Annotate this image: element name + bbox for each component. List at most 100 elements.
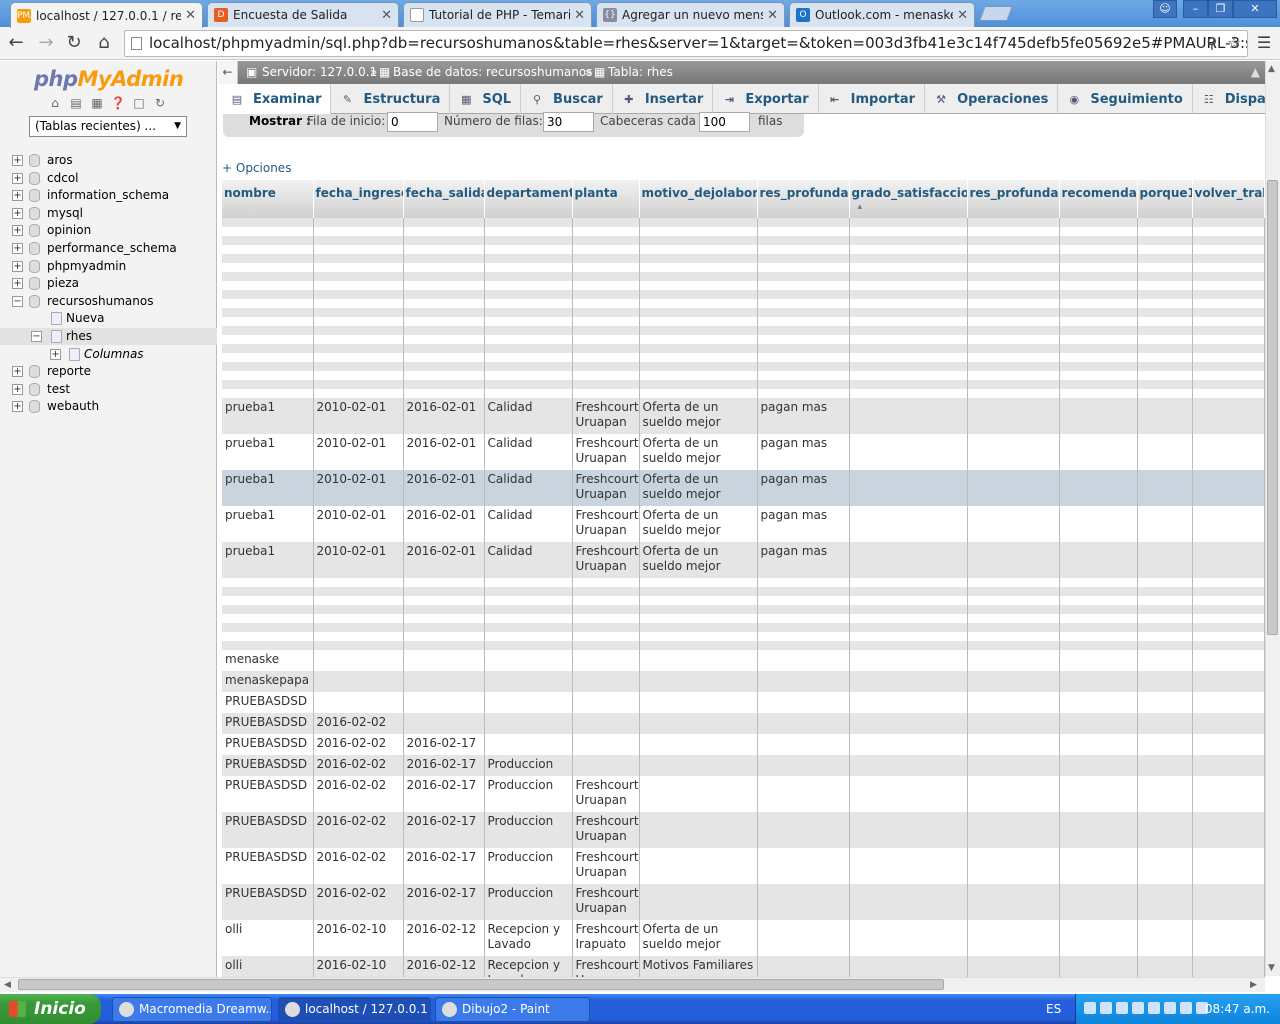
vertical-scroll-thumb[interactable] <box>1267 180 1278 635</box>
tree-table-rhes[interactable]: − rhes <box>0 328 217 345</box>
tree-db-cdcol[interactable]: + cdcol <box>0 170 217 187</box>
table-row[interactable]: menaskepapa <box>222 671 1265 692</box>
close-window-icon[interactable]: ✕ <box>1233 0 1277 18</box>
phpmyadmin-logo[interactable]: phpMyAdmin <box>34 67 184 91</box>
headers-every-input[interactable]: 100 <box>699 112 750 132</box>
expand-icon[interactable]: + <box>12 155 23 166</box>
tab-operaciones[interactable]: ⚒ Operaciones <box>925 84 1059 114</box>
column-header-departamento[interactable]: departamento <box>484 180 573 218</box>
taskbar-item[interactable]: Macromedia Dreamw... <box>112 997 272 1022</box>
scroll-down-icon[interactable]: ▼ <box>1268 963 1275 973</box>
volume-icon[interactable] <box>1164 1002 1176 1014</box>
new-tab-button[interactable] <box>979 6 1013 21</box>
table-row[interactable] <box>222 353 1265 362</box>
home-icon[interactable]: ⌂ <box>47 95 63 111</box>
xampp-icon[interactable] <box>1100 1002 1112 1014</box>
close-tab-icon[interactable]: ✕ <box>767 8 778 23</box>
tree-db-test[interactable]: + test <box>0 381 217 398</box>
scroll-right-icon[interactable]: ▶ <box>1250 980 1257 990</box>
logout-icon[interactable]: ▤ <box>68 95 84 111</box>
tab-estructura[interactable]: ✎ Estructura <box>331 84 451 114</box>
table-row[interactable] <box>222 299 1265 308</box>
table-row[interactable] <box>222 263 1265 272</box>
table-row[interactable] <box>222 308 1265 317</box>
column-header-fecha_ingreso[interactable]: fecha_ingreso <box>313 180 404 218</box>
query-window-icon[interactable]: ▦ <box>89 95 105 111</box>
column-header-nombre[interactable]: nombre <box>222 180 314 218</box>
home-icon[interactable]: ⌂ <box>92 32 116 54</box>
table-row[interactable] <box>222 290 1265 299</box>
security-icon[interactable] <box>1116 1002 1128 1014</box>
menu-icon[interactable]: ☰ <box>1252 32 1276 54</box>
tree-db-recursoshumanos[interactable]: − recursoshumanos <box>0 293 217 310</box>
tree-db-webauth[interactable]: + webauth <box>0 398 217 415</box>
tree-db-opinion[interactable]: + opinion <box>0 222 217 239</box>
breadcrumb-database[interactable]: Base de datos: recursoshumanos <box>393 61 592 84</box>
table-row[interactable] <box>222 272 1265 281</box>
table-row[interactable]: PRUEBASDSD <box>222 692 1265 713</box>
table-row[interactable] <box>222 632 1265 641</box>
column-header-planta[interactable]: planta <box>572 180 640 218</box>
horizontal-scroll-thumb[interactable] <box>18 979 944 990</box>
table-row[interactable]: PRUEBASDSD 2016-02-02 2016-02-17 Produccion… <box>222 812 1265 848</box>
table-row[interactable] <box>222 326 1265 335</box>
tab-seguimiento[interactable]: ◉ Seguimiento <box>1058 84 1193 114</box>
table-row[interactable]: prueba1 2010-02-01 2016-02-01 Calidad Freshc… <box>222 434 1265 470</box>
column-header-recomendar[interactable]: recomendar <box>1059 180 1138 218</box>
maximize-icon[interactable]: ❐ <box>1208 0 1233 18</box>
row-count-input[interactable]: 30 <box>543 112 594 132</box>
scroll-left-icon[interactable]: ◀ <box>4 980 11 990</box>
breadcrumb-table[interactable]: Tabla: rhes <box>608 61 673 84</box>
tree-columns[interactable]: + Columnas <box>0 346 217 363</box>
column-header-motivo_dejolaborar[interactable]: motivo_dejolaborar <box>639 180 758 218</box>
column-header-fecha_salida[interactable]: fecha_salida <box>403 180 485 218</box>
tree-db-performance_schema[interactable]: + performance_schema <box>0 240 217 257</box>
tab-buscar[interactable]: ⚲ Buscar <box>521 84 613 114</box>
table-row[interactable] <box>222 587 1265 596</box>
forward-icon[interactable]: → <box>34 32 58 54</box>
table-row[interactable] <box>222 641 1265 650</box>
table-row[interactable] <box>222 380 1265 389</box>
table-row[interactable] <box>222 236 1265 245</box>
table-row[interactable] <box>222 227 1265 236</box>
expand-icon[interactable]: + <box>12 278 23 290</box>
table-row[interactable] <box>222 344 1265 353</box>
close-tab-icon[interactable]: ✕ <box>381 8 392 23</box>
scroll-top-icon[interactable]: ▲ <box>1251 61 1260 84</box>
taskbar-item[interactable]: Dibujo2 - Paint <box>435 997 590 1022</box>
user-icon[interactable]: ☺ <box>1153 0 1177 18</box>
expand-icon[interactable]: + <box>12 383 23 395</box>
table-row[interactable] <box>222 371 1265 380</box>
doc-page-icon[interactable]: □ <box>131 95 147 111</box>
table-row[interactable]: olli2016-02-102016-02-12Recepcion y Lava… <box>222 920 1265 956</box>
browser-tab[interactable]: {} Agregar un nuevo mensaje a ✕ <box>596 2 785 27</box>
tree-db-aros[interactable]: + aros <box>0 152 217 169</box>
browser-tab[interactable]: O Outlook.com - menaske_devil ✕ <box>789 2 975 27</box>
back-icon[interactable]: ← <box>4 32 28 54</box>
browser-tab[interactable]: Tutorial de PHP - Temario ✕ <box>403 2 592 27</box>
reload-icon[interactable]: ↻ <box>62 32 86 54</box>
table-row[interactable]: prueba1 2010-02-01 2016-02-01 Calidad Freshc… <box>222 398 1265 434</box>
network-icon[interactable] <box>1084 1002 1096 1014</box>
expand-icon[interactable]: + <box>12 190 23 202</box>
expand-icon[interactable]: − <box>12 295 23 307</box>
start-row-input[interactable]: 0 <box>387 112 438 132</box>
table-row[interactable] <box>222 578 1265 587</box>
tab-exportar[interactable]: ⇥ Exportar <box>713 84 819 114</box>
expand-icon[interactable]: + <box>50 348 61 360</box>
column-header-volver_traba[interactable]: volver_traba <box>1192 180 1265 218</box>
close-tab-icon[interactable]: ✕ <box>957 8 968 23</box>
start-button[interactable]: Inicio <box>0 994 101 1024</box>
recent-tables-select[interactable]: (Tablas recientes) ... ▼ <box>29 116 187 137</box>
display-icon[interactable] <box>1180 1002 1192 1014</box>
docs-icon[interactable]: ❓ <box>110 95 126 111</box>
expand-icon[interactable]: + <box>12 207 23 219</box>
browser-tab[interactable]: D Encuesta de Salida ✕ <box>207 2 399 27</box>
column-header-grado_satisfaccion[interactable]: grado_satisfaccion ▴ <box>849 180 968 218</box>
expand-icon[interactable]: + <box>12 243 23 254</box>
connection-icon[interactable] <box>1148 1002 1160 1014</box>
tree-db-information_schema[interactable]: + information_schema <box>0 187 217 204</box>
minimize-icon[interactable]: – <box>1183 0 1208 18</box>
table-row[interactable] <box>222 245 1265 254</box>
table-row[interactable]: PRUEBASDSD 2016-02-02 2016-02-17 Produccion… <box>222 776 1265 812</box>
